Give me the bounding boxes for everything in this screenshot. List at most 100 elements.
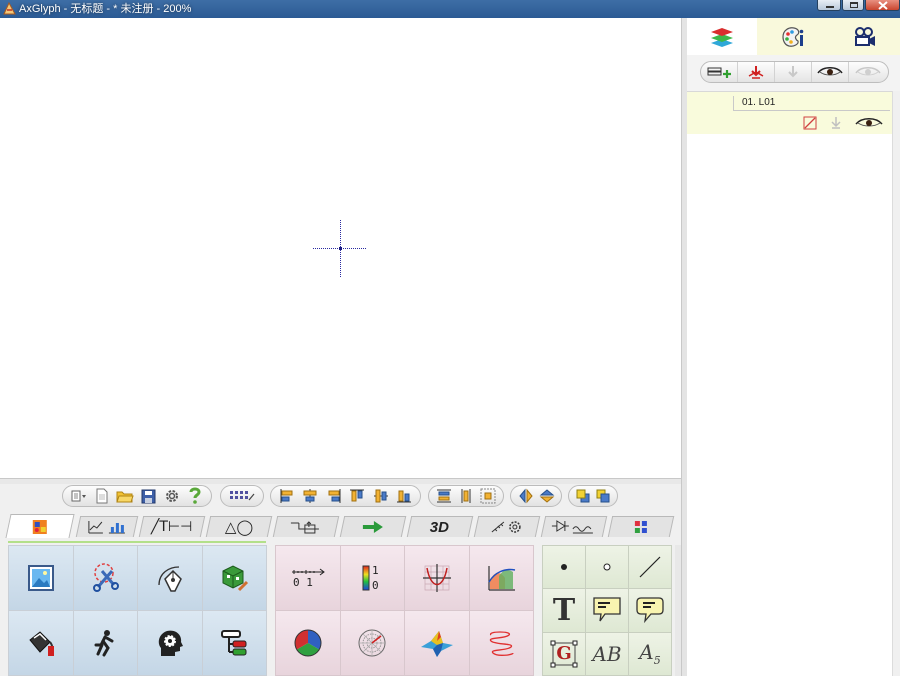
move-down-icon[interactable] [829,116,843,130]
grid-settings-button[interactable] [227,487,257,505]
function-plot-tool[interactable] [405,546,469,610]
bring-front-button[interactable] [575,487,591,505]
callout-rect-icon [593,597,621,622]
show-all-layers-button[interactable] [812,62,849,82]
tab-arrows[interactable] [339,516,407,537]
layer-scrollbar[interactable] [892,91,900,676]
number-axis-tool[interactable]: 0 1 [276,546,340,610]
fill-tool[interactable] [9,611,73,675]
area-plot-tool[interactable] [469,546,533,610]
tab-properties[interactable] [757,18,829,55]
settings-button[interactable] [162,487,181,505]
flip-v-button[interactable] [538,487,555,505]
line-tool[interactable] [629,546,671,589]
align-center-h-button[interactable] [301,487,321,505]
flip-h-button[interactable] [517,487,534,505]
tab-lines-text[interactable]: ╱T⊢⊣ [138,516,206,537]
tab-layers[interactable] [687,18,757,55]
tree-diagram-tool[interactable] [202,611,266,675]
send-back-button[interactable] [595,487,611,505]
tab-shapes[interactable]: △◯ [205,516,273,537]
origin-point [339,247,342,250]
align-center-v-icon [373,489,388,503]
layer-tab-line [733,110,890,111]
same-height-button[interactable] [435,487,453,505]
tool-tabs: ╱T⊢⊣ △◯ 3D [0,514,681,538]
glyph-tool[interactable]: G [543,632,585,675]
tab-charts[interactable] [75,516,139,537]
layer-list: 01. L01 [687,91,892,676]
surface-plot-tool[interactable] [405,611,469,675]
minimize-button[interactable] [817,0,841,11]
shapes-tab-label: △◯ [224,518,254,536]
same-height-icon [437,489,451,503]
parametric-curve-tool[interactable] [469,611,533,675]
align-right-button[interactable] [324,487,344,505]
save-icon [141,489,156,503]
pie-chart-tool[interactable] [276,611,340,675]
align-left-button[interactable] [277,487,297,505]
hollow-point-tool[interactable] [586,546,628,589]
3d-object-tool[interactable] [202,546,266,610]
move-layer-down-button[interactable] [775,62,812,82]
merge-layer-button[interactable] [738,62,775,82]
layer-row[interactable]: 01. L01 [687,92,892,134]
distribute-button[interactable] [479,487,497,505]
3d-tab-label: 3D [430,518,450,536]
distribute-v-button[interactable] [457,487,475,505]
arrow-tab-icon [362,521,383,533]
open-file-button[interactable] [116,487,135,505]
clip-tool[interactable] [73,546,137,610]
text-tool[interactable]: T [543,589,585,632]
tab-animation[interactable] [829,18,900,55]
maximize-button[interactable] [842,0,864,11]
add-layer-button[interactable] [701,62,738,82]
point-tool[interactable] [543,546,585,589]
polar-plot-tool[interactable] [340,611,404,675]
align-bottom-button[interactable] [395,487,415,505]
pie-chart-icon [294,629,322,657]
layer-toolbar [700,61,889,83]
align-center-v-button[interactable] [371,487,391,505]
close-button[interactable] [865,0,900,11]
circuit-tab-icon [551,520,593,534]
help-button[interactable] [186,487,205,505]
tab-physics[interactable] [473,516,541,537]
bezier-pen-tool[interactable] [138,546,202,610]
new-file-button[interactable] [92,487,111,505]
view-menu-button[interactable] [69,487,88,505]
tools-scrollbar[interactable] [675,545,681,676]
visible-eye-icon[interactable] [855,117,883,129]
italic-text-tool[interactable]: AB [586,632,628,675]
new-file-icon [96,488,108,504]
callout-rect-tool[interactable] [586,589,628,632]
subscript-text-tool[interactable]: A5 [629,632,671,675]
save-button[interactable] [139,487,158,505]
window-title: AxGlyph - 无标题 - * 未注册 - 200% [19,3,192,15]
align-bottom-icon [397,490,412,503]
align-right-icon [328,489,341,503]
subscript-text-icon: A5 [639,640,660,667]
view-menu-icon [71,490,86,502]
running-man-icon [94,630,114,657]
hierarchy-icon [221,630,247,656]
align-top-button[interactable] [348,487,368,505]
align-top-icon [350,489,365,502]
mind-tool[interactable] [138,611,202,675]
color-bar-tool[interactable]: 10 [340,546,404,610]
grid-toolbar [220,485,264,507]
tab-images[interactable] [5,514,75,538]
animation-tool[interactable] [73,611,137,675]
send-back-icon [596,489,610,503]
flip-toolbar [510,485,562,507]
tab-circuits[interactable] [540,516,608,537]
callout-round-tool[interactable] [629,589,671,632]
drawing-canvas[interactable] [0,18,681,478]
hide-all-layers-button[interactable] [849,62,886,82]
tab-connectors[interactable] [272,516,340,537]
insert-image-tool[interactable] [9,546,73,610]
edit-layer-icon[interactable] [803,116,817,130]
tab-symbols[interactable] [607,516,675,537]
3d-box-icon [222,565,249,592]
tab-3d[interactable]: 3D [406,516,474,537]
